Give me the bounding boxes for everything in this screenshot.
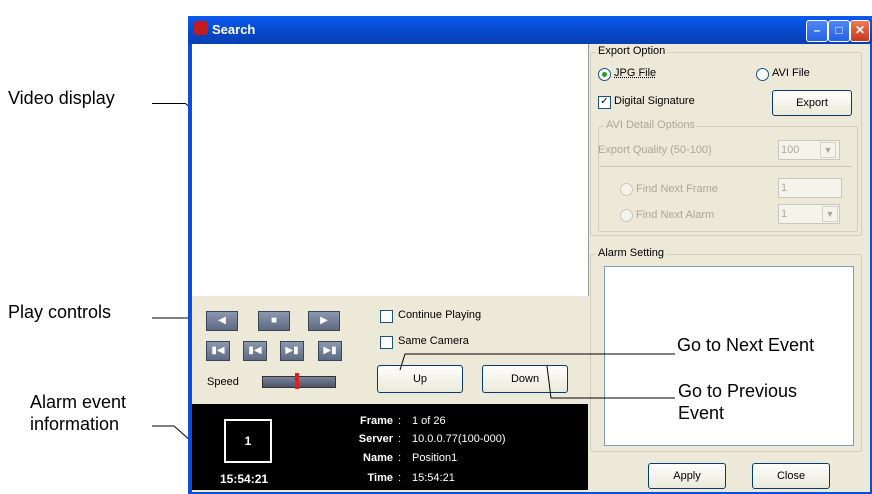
avi-detail-options-legend: AVI Detail Options bbox=[604, 119, 698, 131]
export-button[interactable]: Export bbox=[772, 90, 852, 116]
time-value: 15:54:21 bbox=[412, 472, 455, 484]
chevron-down-icon: ▼ bbox=[822, 206, 838, 222]
callout-previous-event-line2: Event bbox=[678, 403, 725, 423]
first-frame-icon: ▮◀ bbox=[211, 345, 225, 356]
play-reverse-button[interactable]: ◀ bbox=[206, 311, 238, 331]
jpg-file-label: JPG File bbox=[614, 67, 657, 79]
title-bar bbox=[188, 16, 872, 44]
continue-playing-label: Continue Playing bbox=[398, 309, 482, 321]
find-next-alarm-radio[interactable] bbox=[620, 209, 633, 222]
name-label: Name bbox=[363, 452, 393, 464]
last-frame-button[interactable]: ▶▮ bbox=[318, 341, 342, 361]
chevron-down-icon: ▼ bbox=[820, 142, 836, 158]
callout-next-event: Go to Next Event bbox=[675, 335, 817, 356]
window-title: Search bbox=[212, 22, 256, 37]
find-next-frame-input[interactable]: 1 bbox=[778, 178, 842, 198]
frame-label: Frame bbox=[359, 415, 393, 427]
next-frame-icon: ▶▮ bbox=[285, 345, 299, 356]
speed-label: Speed bbox=[207, 376, 239, 388]
play-forward-button[interactable]: ▶ bbox=[308, 311, 340, 331]
first-frame-button[interactable]: ▮◀ bbox=[206, 341, 230, 361]
callout-previous-event: Go to Previous Event bbox=[676, 380, 800, 424]
separator: : bbox=[398, 415, 402, 427]
next-frame-button[interactable]: ▶▮ bbox=[280, 341, 304, 361]
play-forward-icon: ▶ bbox=[320, 315, 328, 326]
same-camera-checkbox[interactable] bbox=[380, 336, 393, 349]
server-label: Server bbox=[358, 433, 393, 445]
apply-button[interactable]: Apply bbox=[648, 463, 726, 489]
last-frame-icon: ▶▮ bbox=[323, 345, 337, 356]
previous-frame-icon: ▮◀ bbox=[248, 345, 262, 356]
callout-alarm-event-line1: Alarm event bbox=[30, 392, 127, 412]
stop-icon: ■ bbox=[270, 315, 278, 326]
frame-value: 1 of 26 bbox=[412, 415, 446, 427]
separator: : bbox=[398, 452, 402, 464]
continue-playing-checkbox[interactable] bbox=[380, 310, 393, 323]
callout-alarm-event-line2: information bbox=[30, 414, 120, 434]
separator: : bbox=[398, 433, 402, 445]
close-window-button[interactable]: ✕ bbox=[850, 20, 870, 42]
callout-video-display: Video display bbox=[8, 88, 115, 108]
time-label: Time bbox=[367, 472, 393, 484]
server-value: 10.0.0.77(100-000) bbox=[412, 433, 506, 445]
digital-signature-checkbox[interactable]: ✓ bbox=[598, 96, 611, 109]
speed-slider[interactable] bbox=[262, 376, 336, 388]
name-value: Position1 bbox=[412, 452, 458, 464]
find-next-frame-radio[interactable] bbox=[620, 183, 633, 196]
callout-play-controls: Play controls bbox=[8, 302, 112, 322]
find-next-frame-label: Find Next Frame bbox=[636, 183, 718, 195]
digital-signature-label: Digital Signature bbox=[614, 95, 695, 107]
callout-alarm-event: Alarm event information bbox=[30, 391, 126, 435]
stop-button[interactable]: ■ bbox=[258, 311, 290, 331]
speed-slider-thumb[interactable] bbox=[295, 373, 299, 389]
app-icon bbox=[194, 21, 208, 35]
previous-frame-button[interactable]: ▮◀ bbox=[243, 341, 267, 361]
find-next-alarm-label: Find Next Alarm bbox=[636, 209, 715, 221]
callout-connector bbox=[399, 353, 675, 399]
close-button[interactable]: Close bbox=[752, 463, 830, 489]
alarm-setting-legend: Alarm Setting bbox=[596, 247, 667, 259]
maximize-button[interactable]: □ bbox=[828, 20, 850, 42]
avi-file-label: AVI File bbox=[772, 67, 810, 79]
avi-file-radio[interactable] bbox=[756, 68, 769, 81]
event-time-display: 15:54:21 bbox=[220, 472, 269, 486]
minimize-button[interactable]: – bbox=[806, 20, 828, 42]
video-display bbox=[192, 44, 589, 296]
export-option-legend: Export Option bbox=[596, 45, 668, 57]
jpg-file-radio[interactable] bbox=[598, 68, 611, 81]
camera-number-box: 1 bbox=[224, 419, 272, 463]
callout-previous-event-line1: Go to Previous bbox=[678, 381, 798, 401]
export-quality-label: Export Quality (50-100) bbox=[598, 144, 712, 156]
play-reverse-icon: ◀ bbox=[218, 315, 226, 326]
divider bbox=[600, 166, 852, 167]
separator: : bbox=[398, 472, 402, 484]
